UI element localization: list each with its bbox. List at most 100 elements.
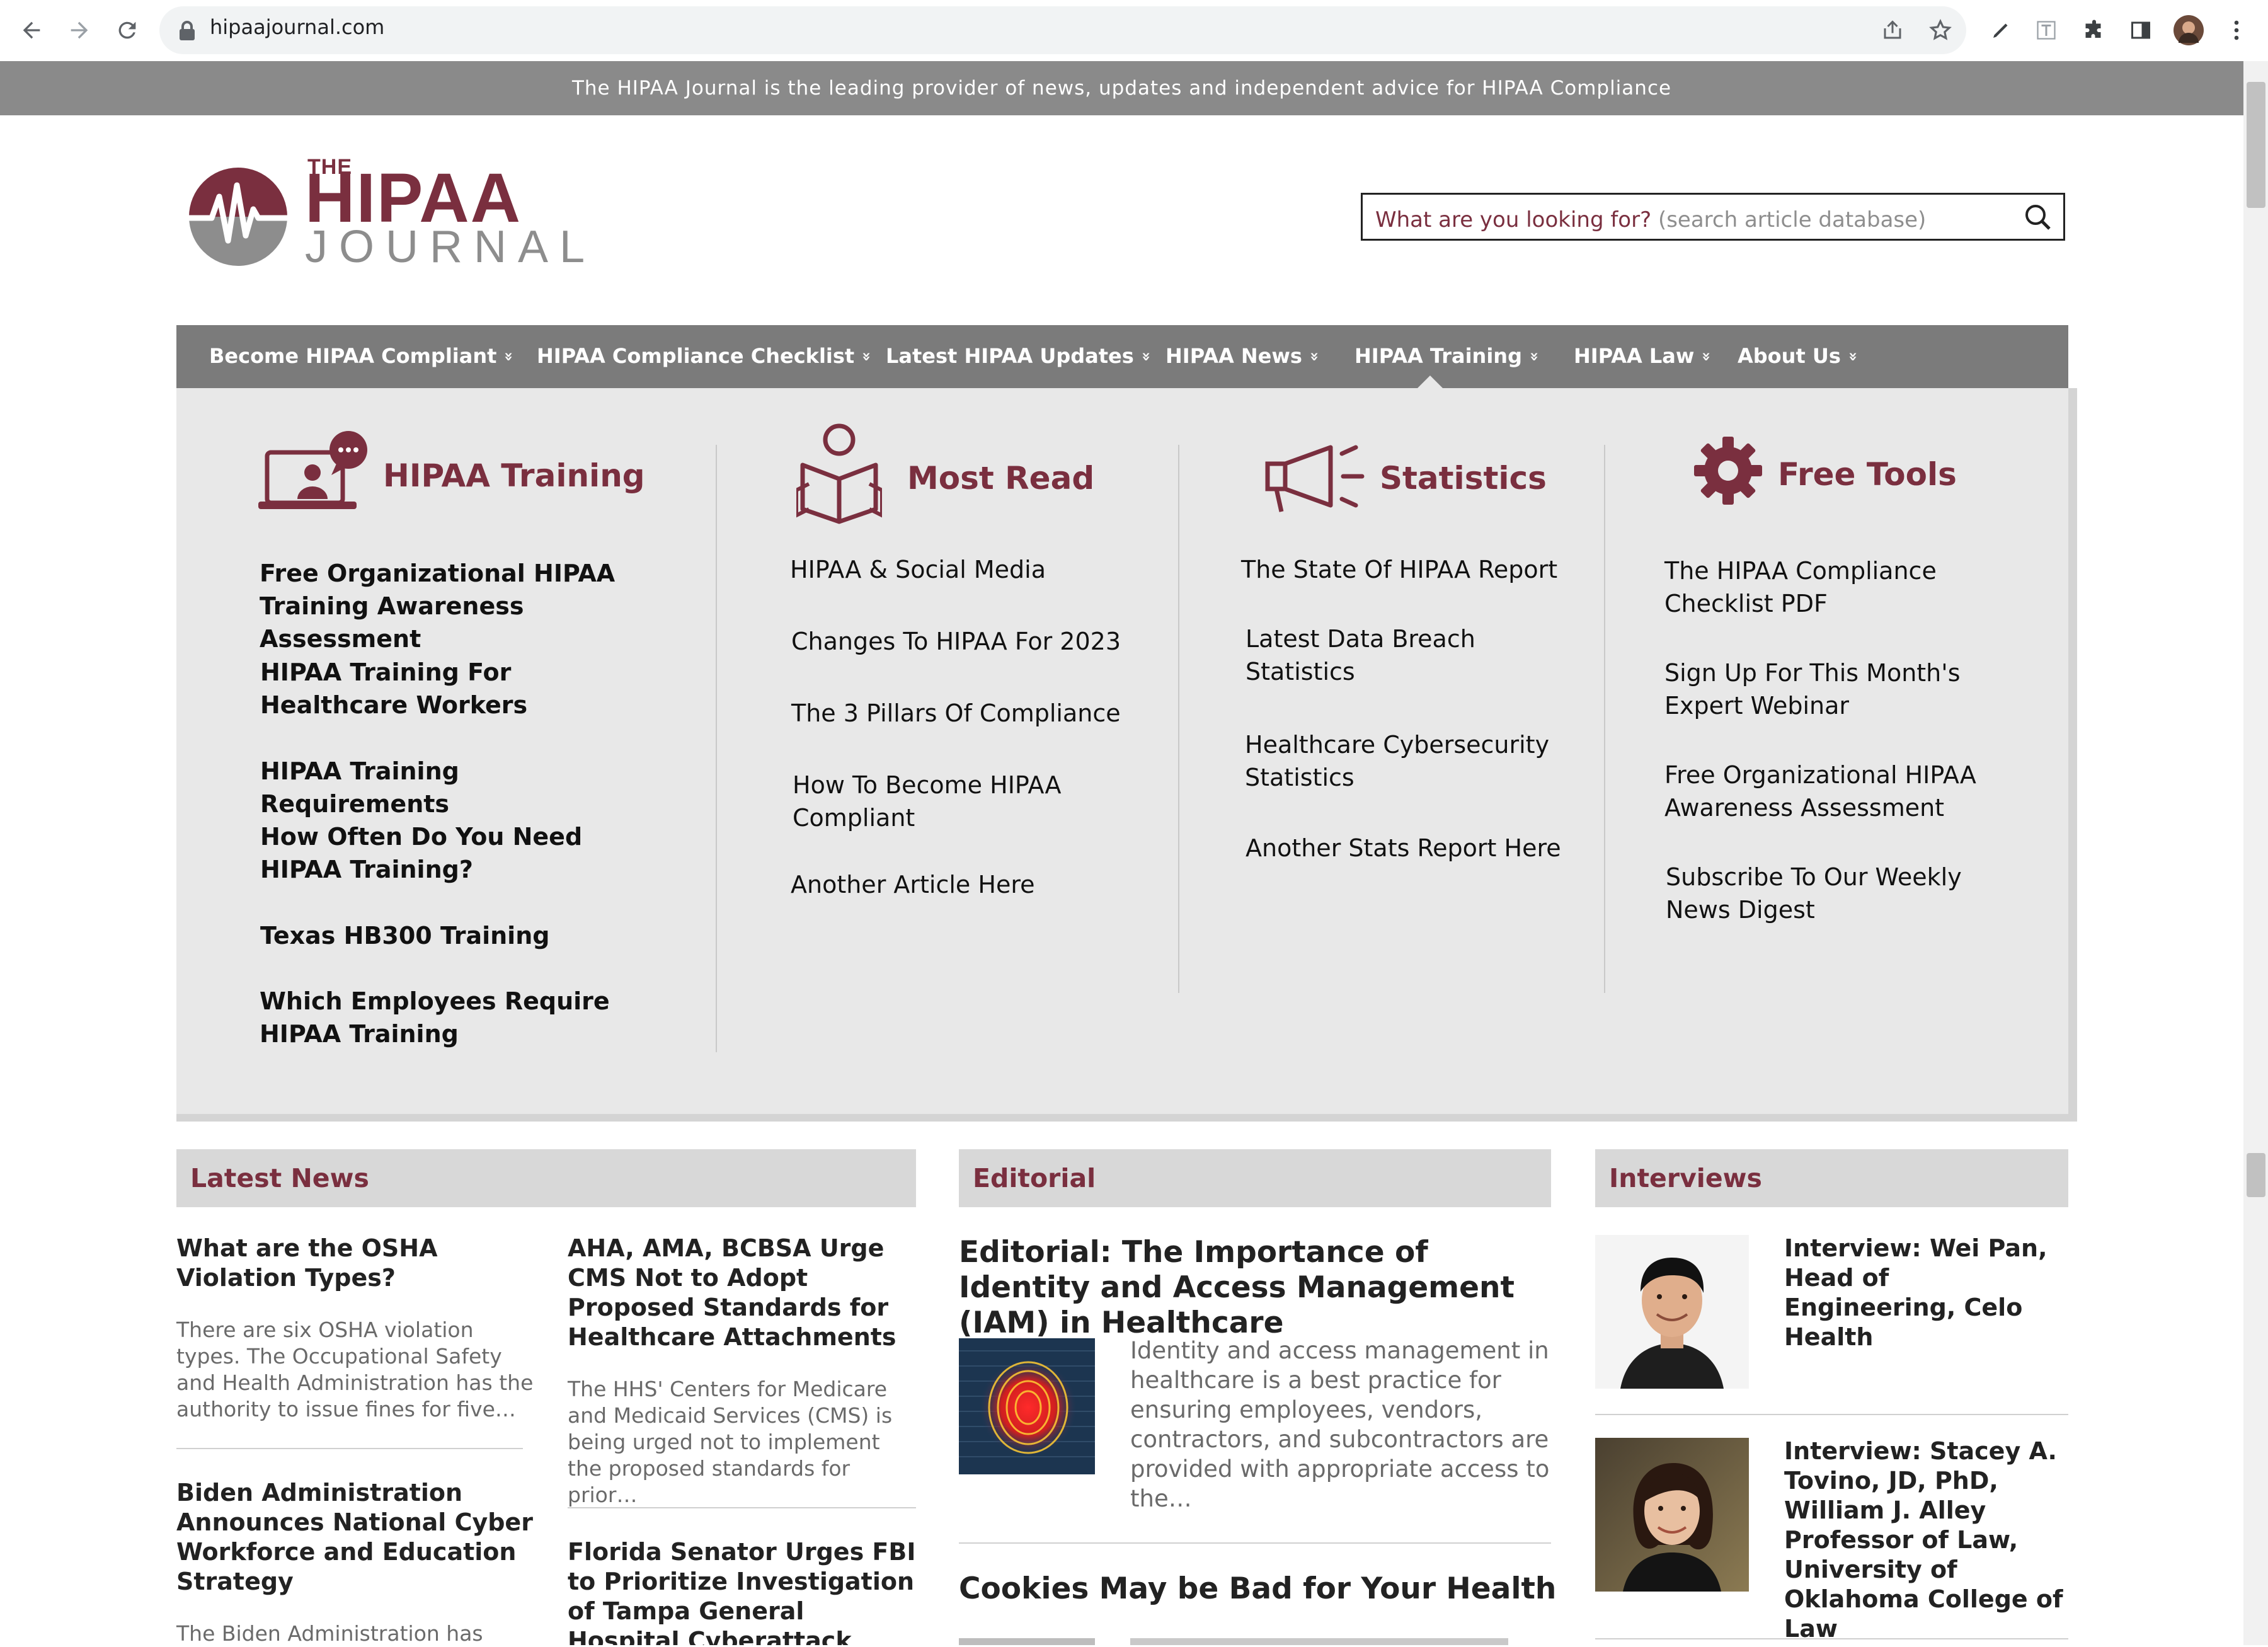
editorial-header: Editorial [959, 1149, 1551, 1207]
menu-link[interactable]: Another Stats Report Here [1246, 832, 1598, 864]
reload-icon[interactable] [111, 14, 144, 47]
search-prompt: What are you looking for? [1375, 207, 1652, 232]
extensions-icon[interactable] [2078, 14, 2110, 47]
editorial-excerpt: Identity and access management in health… [1130, 1337, 1550, 1512]
interview-photo[interactable] [1595, 1235, 1749, 1389]
back-icon[interactable] [15, 14, 48, 47]
chevron-down-icon: » [1844, 352, 1862, 362]
nav-label: About Us [1738, 344, 1841, 368]
divider [568, 1507, 916, 1508]
nav-label: Become HIPAA Compliant [209, 344, 497, 368]
interviews-header: Interviews [1595, 1149, 2068, 1207]
nav-label: Latest HIPAA Updates [886, 344, 1134, 368]
column-divider [1178, 445, 1179, 993]
divider [176, 1448, 523, 1449]
scrollbar-thumb[interactable] [2247, 82, 2265, 208]
news-excerpt: The HHS' Centers for Medicare and Medica… [568, 1377, 893, 1507]
nav-become-compliant[interactable]: Become HIPAA Compliant» [209, 344, 518, 368]
pen-icon[interactable] [1984, 14, 2017, 47]
address-bar[interactable] [159, 6, 1966, 54]
editorial-title[interactable]: Cookies May be Bad for Your Health [959, 1571, 1564, 1607]
menu-link[interactable]: Free Organizational HIPAA Training Aware… [260, 557, 650, 655]
interview-photo[interactable] [1595, 1438, 1749, 1592]
nav-about-us[interactable]: About Us» [1738, 344, 1862, 368]
menu-link[interactable]: Subscribe To Our Weekly News Digest [1666, 861, 1981, 926]
star-icon[interactable] [1924, 14, 1957, 47]
column-divider [716, 445, 717, 1052]
chevron-down-icon: » [857, 352, 876, 362]
editorial-excerpt-partial [1130, 1638, 1508, 1645]
share-icon[interactable] [1876, 14, 1909, 47]
scrollbar-thumb-lower[interactable] [2247, 1153, 2265, 1197]
news-excerpt: The Biden Administration has [176, 1621, 483, 1646]
video-call-icon [258, 431, 367, 509]
gear-icon [1694, 437, 1762, 505]
editorial-title[interactable]: Editorial: The Importance of Identity an… [959, 1235, 1564, 1341]
editorial-thumbnail[interactable] [959, 1638, 1095, 1645]
column-divider [1604, 445, 1605, 993]
menu-icon[interactable] [2220, 14, 2253, 47]
nav-hipaa-training[interactable]: HIPAA Training» [1354, 344, 1544, 368]
search-input[interactable]: What are you looking for? (search articl… [1361, 193, 2065, 241]
menu-link[interactable]: HIPAA Training For Healthcare Workers [260, 656, 651, 721]
menu-link[interactable]: The 3 Pillars Of Compliance [791, 697, 1169, 730]
divider [1595, 1638, 2068, 1639]
nav-label: HIPAA News [1166, 344, 1302, 368]
menu-heading-most-read: Most Read [907, 460, 1095, 496]
menu-pointer [1418, 376, 1443, 388]
url-text[interactable]: hipaajournal.com [210, 15, 384, 39]
menu-link[interactable]: Sign Up For This Month's Expert Webinar [1664, 657, 1979, 722]
forward-icon[interactable] [63, 14, 96, 47]
fingerprint-thumbnail[interactable] [959, 1338, 1095, 1474]
menu-link[interactable]: Changes To HIPAA For 2023 [791, 625, 1169, 658]
nav-compliance-checklist[interactable]: HIPAA Compliance Checklist» [537, 344, 876, 368]
menu-link[interactable]: Another Article Here [791, 868, 1169, 901]
menu-heading-statistics: Statistics [1380, 460, 1547, 496]
site-logo[interactable]: THE HIPAA JOURNAL [181, 151, 585, 277]
chevron-down-icon: » [1305, 352, 1324, 362]
search-placeholder: What are you looking for? (search articl… [1375, 207, 1926, 232]
news-excerpt: There are six OSHA violation types. The … [176, 1317, 534, 1421]
news-title[interactable]: What are the OSHA Violation Types? [176, 1234, 536, 1293]
menu-link[interactable]: Which Employees Require HIPAA Training [260, 985, 669, 1050]
menu-link[interactable]: Texas HB300 Training [260, 919, 651, 952]
menu-link[interactable]: Free Organizational HIPAA Awareness Asse… [1664, 759, 2017, 824]
news-title[interactable]: Florida Senator Urges FBI to Prioritize … [568, 1537, 920, 1645]
nav-latest-updates[interactable]: Latest HIPAA Updates» [886, 344, 1155, 368]
main-nav: Become HIPAA Compliant» HIPAA Compliance… [176, 325, 2068, 388]
news-title[interactable]: Biden Administration Announces National … [176, 1478, 536, 1597]
browser-toolbar: hipaajournal.com [0, 0, 2268, 62]
menu-heading-training: HIPAA Training [383, 457, 645, 494]
banner-text: The HIPAA Journal is the leading provide… [571, 77, 1672, 100]
chevron-down-icon: » [1698, 352, 1716, 362]
interview-title[interactable]: Interview: Stacey A. Tovino, JD, PhD, Wi… [1784, 1437, 2068, 1644]
chevron-down-icon: » [1525, 352, 1544, 362]
menu-link[interactable]: HIPAA Training Requirements [260, 755, 651, 820]
nav-hipaa-news[interactable]: HIPAA News» [1166, 344, 1324, 368]
sidepanel-icon[interactable] [2124, 14, 2157, 47]
menu-link[interactable]: Healthcare Cybersecurity Statistics [1245, 728, 1572, 794]
news-title[interactable]: AHA, AMA, BCBSA Urge CMS Not to Adopt Pr… [568, 1234, 920, 1352]
menu-link[interactable]: How Often Do You Need HIPAA Training? [260, 820, 651, 886]
chevron-down-icon: » [1137, 352, 1155, 362]
text-icon[interactable] [2030, 14, 2063, 47]
avatar[interactable] [2172, 14, 2205, 47]
menu-link[interactable]: HIPAA & Social Media [790, 553, 1168, 586]
menu-link[interactable]: The HIPAA Compliance Checklist PDF [1664, 554, 1979, 620]
section-title: Interviews [1609, 1163, 1762, 1193]
menu-link[interactable]: How To Become HIPAA Compliant [793, 769, 1095, 834]
site-banner: The HIPAA Journal is the leading provide… [0, 61, 2243, 115]
menu-link[interactable]: The State Of HIPAA Report [1241, 553, 1594, 586]
chevron-down-icon: » [500, 352, 518, 362]
nav-hipaa-law[interactable]: HIPAA Law» [1574, 344, 1716, 368]
menu-link[interactable]: Latest Data Breach Statistics [1246, 623, 1510, 688]
section-title: Latest News [190, 1163, 369, 1193]
interview-title[interactable]: Interview: Wei Pan, Head of Engineering,… [1784, 1234, 2068, 1352]
nav-label: HIPAA Law [1574, 344, 1695, 368]
latest-news-header: Latest News [176, 1149, 916, 1207]
page-scrollbar[interactable] [2243, 61, 2268, 1645]
logo-journal: JOURNAL [305, 222, 597, 272]
search-icon[interactable] [2023, 202, 2053, 232]
lock-icon[interactable] [178, 20, 196, 43]
nav-label: HIPAA Compliance Checklist [537, 344, 855, 368]
